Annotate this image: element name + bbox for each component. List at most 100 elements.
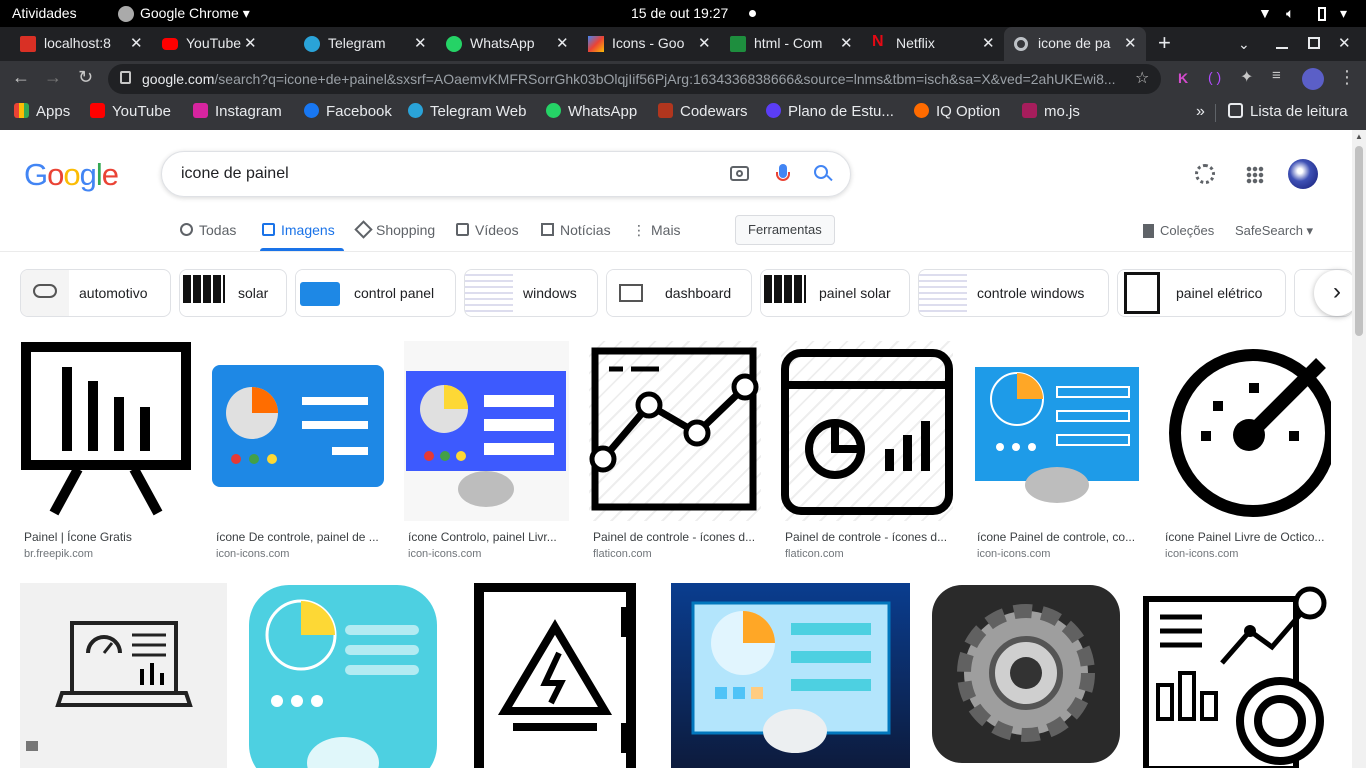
tab-netflix[interactable]: N Netflix ✕: [864, 27, 1002, 61]
media-control-icon[interactable]: ≡: [1272, 67, 1281, 84]
result-thumbnail[interactable]: [589, 341, 761, 521]
reading-list[interactable]: Lista de leitura: [1228, 103, 1348, 120]
close-tab-icon[interactable]: ✕: [244, 34, 257, 52]
back-icon[interactable]: ←: [12, 67, 30, 88]
bookmark-telegram-web[interactable]: Telegram Web: [408, 103, 526, 120]
close-tab-icon[interactable]: ✕: [698, 34, 711, 52]
bookmark-codewars[interactable]: Codewars: [658, 103, 748, 120]
clock[interactable]: 15 de out 19:27: [631, 5, 728, 21]
bookmark-facebook[interactable]: Facebook: [304, 103, 392, 120]
google-logo[interactable]: Google: [24, 157, 119, 193]
activities-button[interactable]: Atividades: [12, 5, 77, 21]
bookmark-star-icon[interactable]: ☆: [1135, 68, 1149, 88]
result-thumbnail[interactable]: [1142, 583, 1331, 768]
result-caption[interactable]: ícone Controlo, painel Livr...: [408, 530, 568, 544]
bookmark-mojs[interactable]: mo.js: [1022, 103, 1080, 120]
result-caption[interactable]: ícone De controle, painel de ...: [216, 530, 386, 544]
new-tab-plus-icon[interactable]: +: [1158, 27, 1171, 61]
tools-button[interactable]: Ferramentas: [735, 215, 835, 245]
result-caption[interactable]: Painel de controle - ícones d...: [785, 530, 951, 544]
tab-mais[interactable]: ⋮ Mais: [632, 222, 681, 239]
tab-shopping[interactable]: Shopping: [354, 220, 435, 239]
battery-icon[interactable]: [1318, 7, 1326, 21]
chip-automotivo[interactable]: automotivo: [20, 269, 171, 317]
account-avatar[interactable]: [1288, 159, 1318, 189]
bookmark-apps[interactable]: Apps: [14, 103, 70, 120]
chip-painel-eletrico[interactable]: painel elétrico: [1117, 269, 1286, 317]
minimize-icon[interactable]: [1276, 47, 1288, 49]
profile-avatar-icon[interactable]: [1302, 68, 1324, 90]
tab-google-icons[interactable]: Icons - Goo ✕: [580, 27, 718, 61]
tab-todas[interactable]: Todas: [180, 222, 236, 238]
extension-brackets-icon[interactable]: ( ): [1208, 69, 1221, 85]
chips-next-button[interactable]: ›: [1314, 270, 1352, 316]
result-thumbnail[interactable]: [973, 341, 1141, 521]
tab-telegram[interactable]: Telegram ✕: [296, 27, 434, 61]
result-caption[interactable]: ícone Painel de controle, co...: [977, 530, 1139, 544]
result-thumbnail[interactable]: [20, 583, 227, 768]
tab-stackexchange[interactable]: html - Com ✕: [722, 27, 860, 61]
extensions-puzzle-icon[interactable]: ✦: [1240, 67, 1253, 87]
chip-painel-solar[interactable]: painel solar: [760, 269, 910, 317]
collections-button[interactable]: Coleções: [1143, 223, 1214, 238]
close-tab-icon[interactable]: ✕: [1124, 34, 1137, 52]
wifi-icon[interactable]: ▼: [1258, 5, 1272, 21]
settings-gear-icon[interactable]: [1195, 164, 1215, 184]
close-window-icon[interactable]: ✕: [1338, 27, 1351, 61]
tab-noticias[interactable]: Notícias: [541, 222, 611, 238]
chip-control-panel[interactable]: control panel: [295, 269, 456, 317]
result-thumbnail[interactable]: [459, 583, 651, 768]
tab-google-search-active[interactable]: icone de pa ✕: [1004, 27, 1146, 61]
chrome-menu-icon[interactable]: ⋮: [1338, 67, 1356, 88]
close-tab-icon[interactable]: ✕: [130, 34, 143, 52]
result-thumbnail[interactable]: [212, 341, 384, 521]
volume-icon[interactable]: 🔈︎: [1286, 5, 1294, 22]
bookmark-whatsapp[interactable]: WhatsApp: [546, 103, 637, 120]
chip-dashboard[interactable]: dashboard: [606, 269, 752, 317]
extension-k-icon[interactable]: K: [1178, 70, 1188, 86]
close-tab-icon[interactable]: ✕: [414, 34, 427, 52]
tab-videos[interactable]: Vídeos: [456, 222, 519, 238]
safesearch-button[interactable]: SafeSearch ▾: [1235, 223, 1313, 239]
chip-windows[interactable]: windows: [464, 269, 598, 317]
bookmarks-overflow-icon[interactable]: »: [1196, 103, 1205, 121]
chip-solar[interactable]: solar: [179, 269, 287, 317]
scroll-up-icon[interactable]: ▲: [1355, 132, 1363, 141]
forward-icon[interactable]: →: [44, 67, 62, 88]
address-bar[interactable]: google.com/search?q=icone+de+painel&sxsr…: [108, 64, 1161, 94]
scrollbar-thumb[interactable]: [1355, 146, 1363, 336]
search-input[interactable]: [181, 163, 701, 185]
result-thumbnail[interactable]: [930, 583, 1122, 768]
close-tab-icon[interactable]: ✕: [556, 34, 569, 52]
tab-imagens[interactable]: Imagens: [262, 222, 335, 238]
result-thumbnail[interactable]: [404, 341, 569, 521]
tab-youtube[interactable]: YouTube ✕: [154, 27, 292, 61]
maximize-icon[interactable]: [1308, 37, 1320, 49]
chip-controle-windows[interactable]: controle windows: [918, 269, 1109, 317]
tab-search-chevron-icon[interactable]: ⌄: [1238, 27, 1250, 61]
bookmark-instagram[interactable]: Instagram: [193, 103, 282, 120]
google-apps-icon[interactable]: [1246, 166, 1264, 184]
bookmark-youtube[interactable]: YouTube: [90, 103, 171, 120]
result-caption[interactable]: Painel | Ícone Gratis: [24, 530, 194, 544]
tab-localhost[interactable]: localhost:8 ✕: [12, 27, 150, 61]
page-scrollbar[interactable]: ▲: [1352, 130, 1366, 768]
close-tab-icon[interactable]: ✕: [840, 34, 853, 52]
result-thumbnail[interactable]: [781, 341, 953, 521]
result-caption[interactable]: ícone Painel Livre de Octico...: [1165, 530, 1329, 544]
reload-icon[interactable]: ↻: [78, 67, 93, 88]
result-thumbnail[interactable]: [247, 583, 439, 768]
result-thumbnail[interactable]: [20, 341, 192, 521]
search-icon[interactable]: [814, 165, 828, 179]
result-caption[interactable]: Painel de controle - ícones d...: [593, 530, 759, 544]
system-menu-icon[interactable]: ▾: [1340, 5, 1347, 22]
bookmark-plano-de-estudos[interactable]: Plano de Estu...: [766, 103, 894, 120]
close-tab-icon[interactable]: ✕: [982, 34, 995, 52]
result-thumbnail[interactable]: [671, 583, 910, 768]
camera-icon[interactable]: [730, 166, 749, 181]
bookmark-iq-option[interactable]: IQ Option: [914, 103, 1000, 120]
tab-whatsapp[interactable]: WhatsApp ✕: [438, 27, 576, 61]
result-thumbnail[interactable]: [1161, 341, 1331, 521]
app-menu[interactable]: Google Chrome ▾: [140, 5, 250, 22]
url-text[interactable]: google.com/search?q=icone+de+painel&sxsr…: [142, 71, 1127, 87]
